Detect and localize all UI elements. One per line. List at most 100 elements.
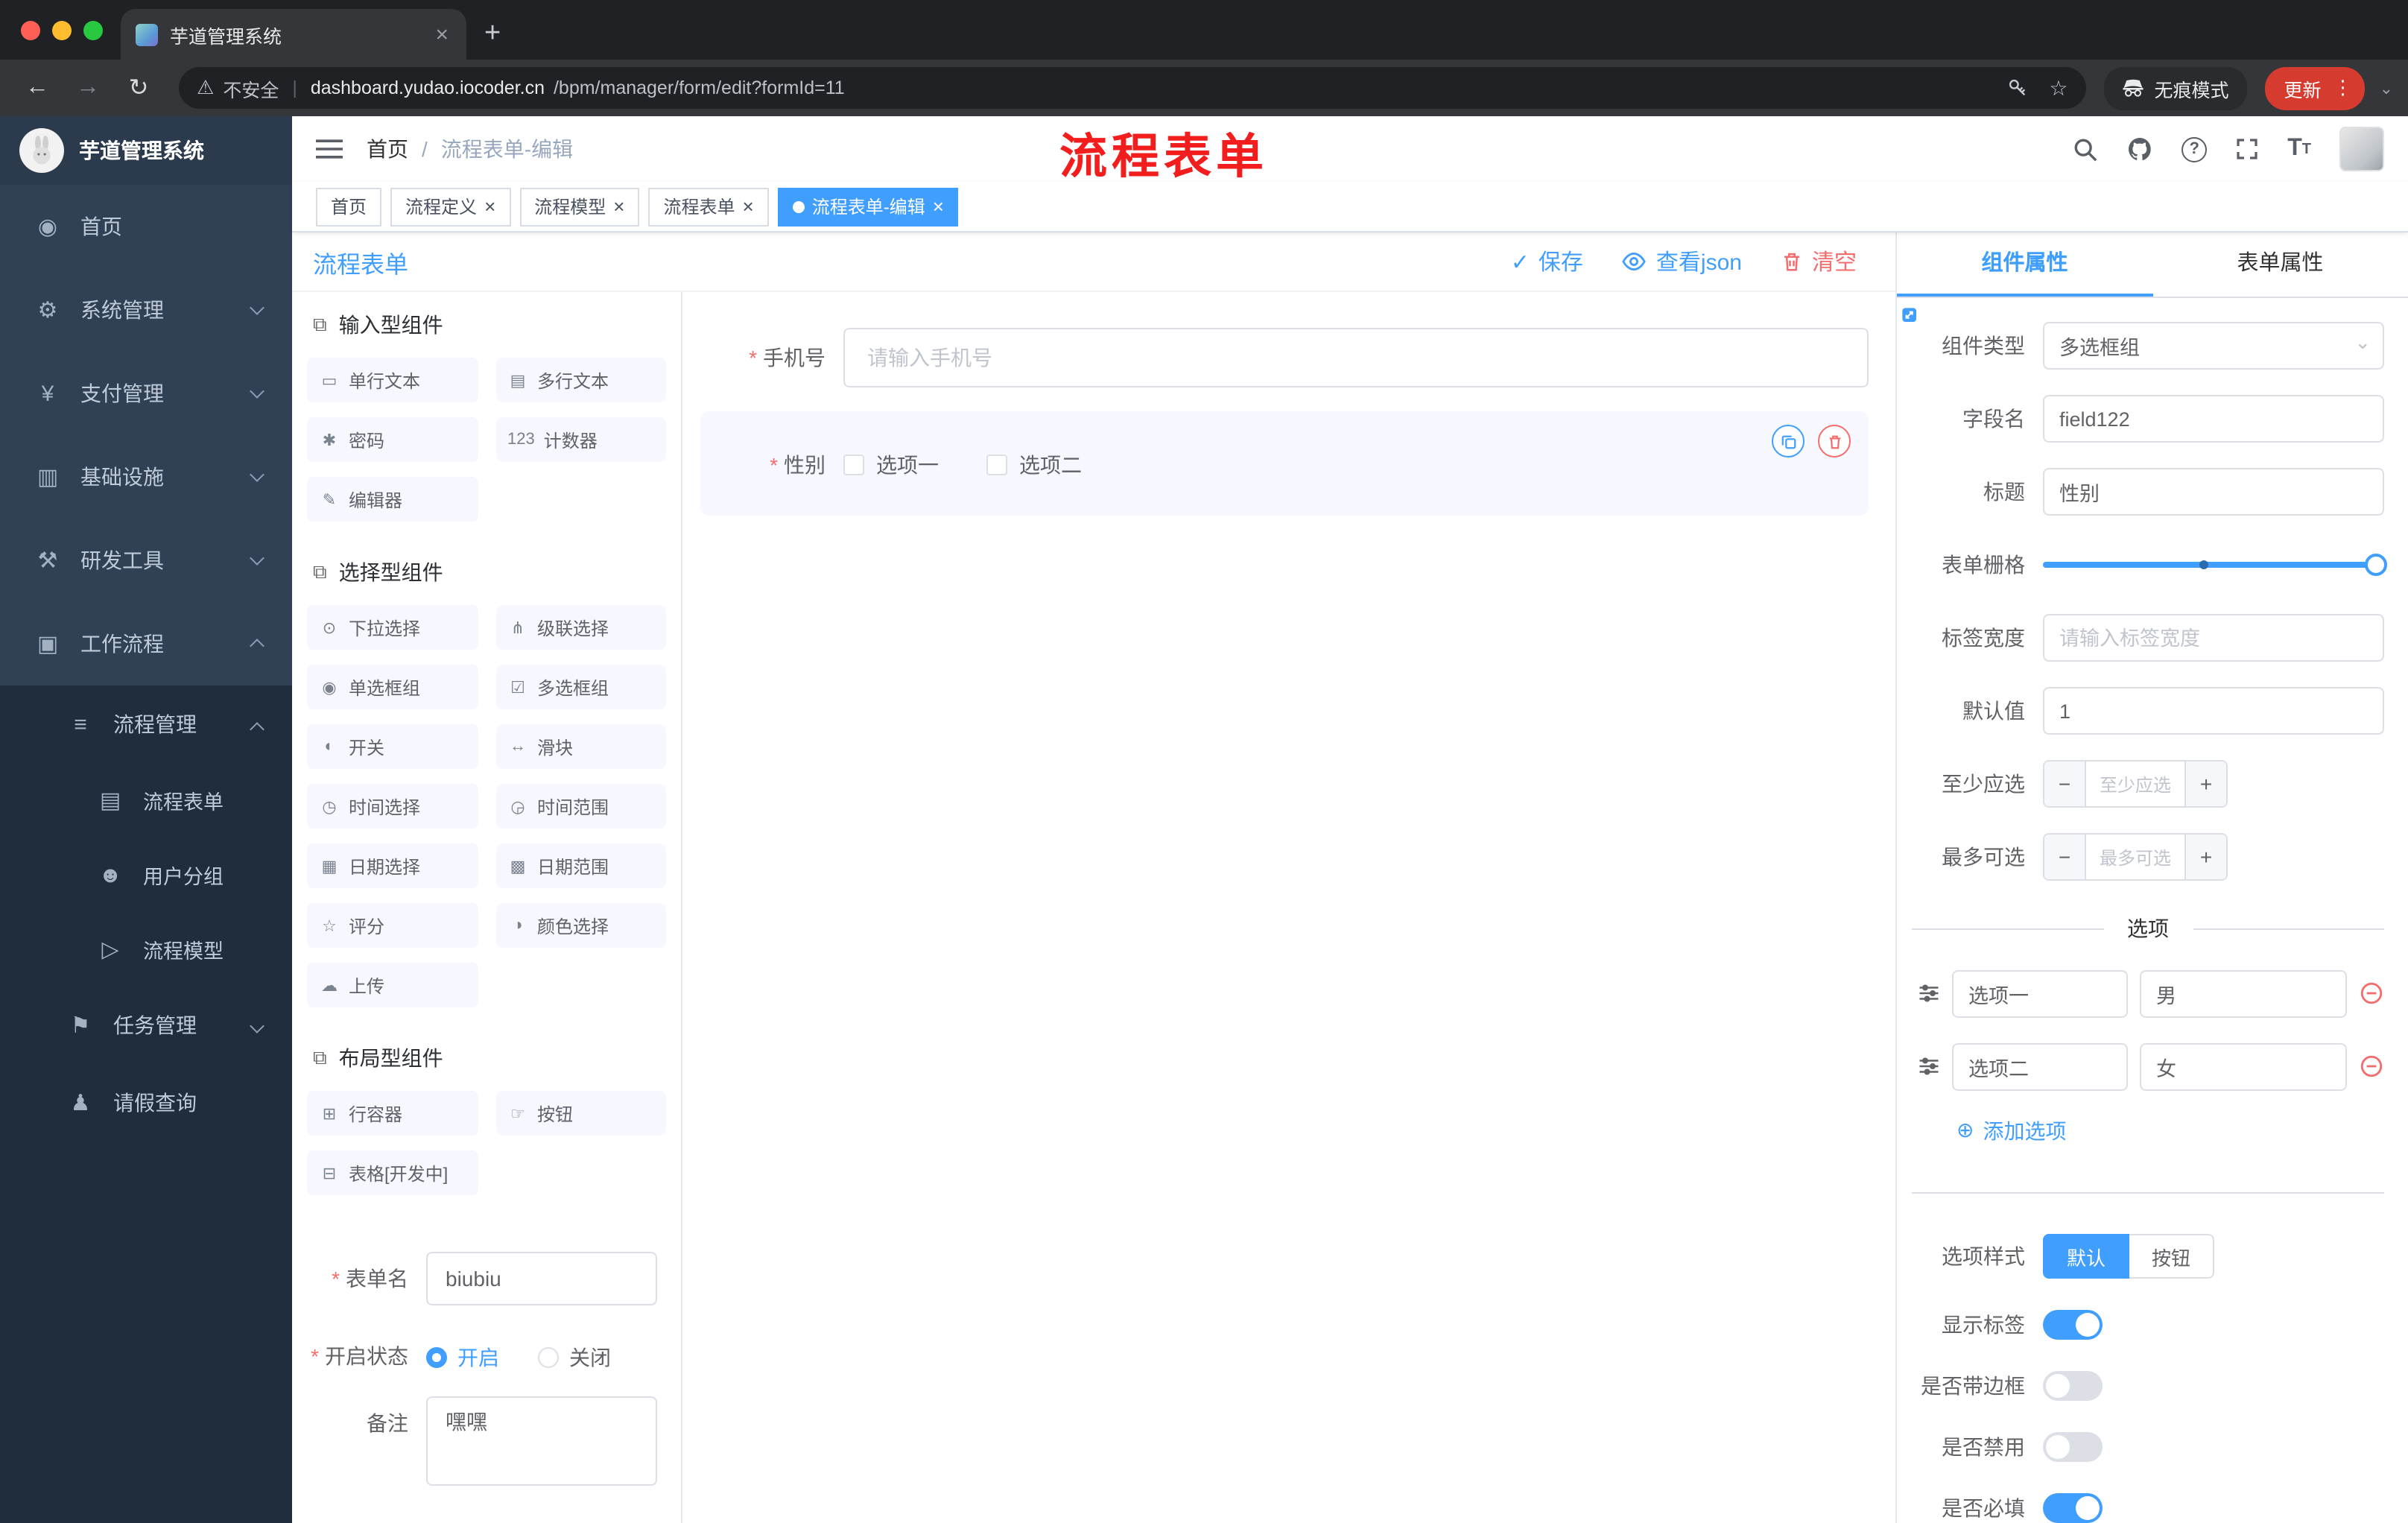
field-phone[interactable]: 手机号 bbox=[700, 328, 1869, 387]
palette-item-upload[interactable]: ☁ 上传 bbox=[307, 963, 478, 1007]
tag-process-model[interactable]: 流程模型 × bbox=[519, 187, 640, 226]
back-icon[interactable]: ← bbox=[15, 75, 60, 101]
maximize-window-button[interactable] bbox=[83, 20, 103, 39]
palette-item-row-container[interactable]: ⊞ 行容器 bbox=[307, 1091, 478, 1136]
palette-item-time-picker[interactable]: ◷ 时间选择 bbox=[307, 784, 478, 829]
sidebar-item-task-management[interactable]: ⚑ 任务管理 bbox=[0, 987, 292, 1064]
option-label-input[interactable] bbox=[1952, 1042, 2128, 1090]
required-toggle[interactable] bbox=[2043, 1493, 2103, 1523]
sidebar-item-workflow[interactable]: ▣ 工作流程 bbox=[0, 602, 292, 685]
slider-handle[interactable] bbox=[2365, 554, 2387, 576]
palette-item-date-picker[interactable]: ▦ 日期选择 bbox=[307, 843, 478, 888]
disabled-toggle[interactable] bbox=[2043, 1432, 2103, 1462]
tab-component-props[interactable]: 组件属性 bbox=[1897, 232, 2152, 297]
palette-item-textarea[interactable]: ▤ 多行文本 bbox=[495, 358, 666, 402]
palette-item-button[interactable]: ☞ 按钮 bbox=[495, 1091, 666, 1136]
sidebar-item-process-form[interactable]: ▤ 流程表单 bbox=[0, 763, 292, 838]
tag-close-icon[interactable]: × bbox=[743, 197, 754, 216]
hamburger-icon[interactable] bbox=[316, 137, 343, 161]
sidebar-item-process-model[interactable]: ▷ 流程模型 bbox=[0, 912, 292, 987]
component-type-value[interactable] bbox=[2043, 322, 2384, 370]
user-avatar[interactable] bbox=[2339, 127, 2384, 171]
minimize-window-button[interactable] bbox=[52, 20, 72, 39]
save-button[interactable]: ✓ 保存 bbox=[1511, 246, 1583, 277]
palette-item-radio-group[interactable]: ◉ 单选框组 bbox=[307, 665, 478, 709]
address-bar[interactable]: ⚠ 不安全 | dashboard.yudao.iocoder.cn /bpm/… bbox=[179, 67, 2086, 109]
style-default-button[interactable]: 默认 bbox=[2043, 1234, 2130, 1279]
max-checked-value[interactable]: 最多可选 bbox=[2086, 835, 2184, 879]
palette-item-checkbox-group[interactable]: ☑ 多选框组 bbox=[495, 665, 666, 709]
sidebar-item-system[interactable]: ⚙ 系统管理 bbox=[0, 268, 292, 352]
radio-status-off[interactable]: 关闭 bbox=[538, 1343, 611, 1372]
palette-item-select[interactable]: ⊙ 下拉选择 bbox=[307, 605, 478, 650]
option-value-input[interactable] bbox=[2140, 969, 2347, 1017]
increase-button[interactable]: + bbox=[2184, 835, 2226, 879]
palette-item-switch[interactable]: ◐ 开关 bbox=[307, 724, 478, 769]
decrease-button[interactable]: − bbox=[2044, 762, 2086, 806]
tab-close-icon[interactable]: × bbox=[432, 23, 452, 45]
min-checked-value[interactable]: 至少应选 bbox=[2086, 762, 2184, 806]
search-icon[interactable] bbox=[2073, 136, 2098, 162]
github-icon[interactable] bbox=[2126, 136, 2153, 162]
tab-form-props[interactable]: 表单属性 bbox=[2152, 232, 2408, 297]
form-name-input[interactable] bbox=[426, 1252, 657, 1305]
palette-item-editor[interactable]: ✎ 编辑器 bbox=[307, 477, 478, 522]
border-toggle[interactable] bbox=[2043, 1371, 2103, 1401]
field-gender[interactable]: 性别 选项一 选项二 bbox=[700, 450, 1869, 480]
tag-close-icon[interactable]: × bbox=[933, 197, 944, 216]
toolbar-caret-icon[interactable]: ⌄ bbox=[2380, 78, 2393, 98]
sidebar-item-devtools[interactable]: ⚒ 研发工具 bbox=[0, 519, 292, 602]
reload-icon[interactable]: ↻ bbox=[116, 73, 161, 103]
form-remark-textarea[interactable]: 嘿嘿 bbox=[426, 1396, 657, 1486]
sidebar-item-process-management[interactable]: ≡ 流程管理 bbox=[0, 685, 292, 763]
browser-menu-icon[interactable]: ⋮ bbox=[2333, 76, 2353, 100]
option-label-input[interactable] bbox=[1952, 969, 2128, 1017]
checkbox-option-1[interactable]: 选项一 bbox=[843, 450, 939, 480]
duplicate-field-button[interactable] bbox=[1772, 425, 1805, 457]
drag-handle-icon[interactable] bbox=[1918, 1055, 1940, 1077]
delete-field-button[interactable] bbox=[1818, 425, 1851, 457]
font-size-icon[interactable]: TT bbox=[2287, 136, 2311, 162]
palette-item-color-picker[interactable]: ◑ 颜色选择 bbox=[495, 903, 666, 948]
phone-input[interactable] bbox=[843, 328, 1869, 387]
link-icon[interactable] bbox=[1901, 307, 1925, 338]
view-json-button[interactable]: 查看json bbox=[1622, 246, 1742, 277]
label-width-input[interactable] bbox=[2043, 614, 2384, 662]
palette-item-rate[interactable]: ☆ 评分 bbox=[307, 903, 478, 948]
sidebar-item-payment[interactable]: ¥ 支付管理 bbox=[0, 352, 292, 435]
tag-process-form[interactable]: 流程表单 × bbox=[648, 187, 769, 226]
drag-handle-icon[interactable] bbox=[1918, 982, 1940, 1004]
title-input[interactable] bbox=[2043, 468, 2384, 516]
tag-close-icon[interactable]: × bbox=[613, 197, 624, 216]
password-key-icon[interactable] bbox=[2007, 77, 2028, 98]
default-value-input[interactable] bbox=[2043, 687, 2384, 735]
show-label-toggle[interactable] bbox=[2043, 1310, 2103, 1340]
sidebar-item-infrastructure[interactable]: ▥ 基础设施 bbox=[0, 435, 292, 519]
breadcrumb-home[interactable]: 首页 bbox=[367, 134, 408, 164]
grid-slider[interactable] bbox=[2043, 541, 2387, 589]
sidebar-item-leave-query[interactable]: ♟ 请假查询 bbox=[0, 1064, 292, 1142]
remove-option-icon[interactable] bbox=[2359, 1054, 2384, 1079]
radio-status-on[interactable]: 开启 bbox=[426, 1343, 499, 1372]
bookmark-star-icon[interactable]: ☆ bbox=[2049, 75, 2068, 101]
checkbox-icon[interactable] bbox=[986, 455, 1007, 475]
checkbox-icon[interactable] bbox=[843, 455, 864, 475]
palette-item-time-range[interactable]: ◶ 时间范围 bbox=[495, 784, 666, 829]
field-name-input[interactable] bbox=[2043, 395, 2384, 443]
fullscreen-icon[interactable] bbox=[2235, 137, 2259, 161]
palette-item-password[interactable]: ✱ 密码 bbox=[307, 417, 478, 462]
browser-update-button[interactable]: 更新 ⋮ bbox=[2264, 66, 2365, 110]
tag-home[interactable]: 首页 bbox=[316, 187, 382, 226]
close-window-button[interactable] bbox=[21, 20, 40, 39]
forward-icon[interactable]: → bbox=[66, 75, 110, 101]
decrease-button[interactable]: − bbox=[2044, 835, 2086, 879]
browser-tab[interactable]: 芋道管理系统 × bbox=[121, 9, 466, 60]
selected-field-gender[interactable]: 性别 选项一 选项二 bbox=[700, 411, 1869, 516]
design-canvas[interactable]: 手机号 性别 选项一 选项二 bbox=[682, 292, 1895, 1523]
tag-process-form-edit[interactable]: 流程表单-编辑 × bbox=[777, 187, 959, 226]
component-type-select[interactable]: ⌄ bbox=[2043, 322, 2384, 370]
palette-item-table[interactable]: ⊟ 表格[开发中] bbox=[307, 1150, 478, 1195]
palette-item-counter[interactable]: 123 计数器 bbox=[495, 417, 666, 462]
new-tab-button[interactable]: + bbox=[484, 19, 501, 48]
style-button-button[interactable]: 按钮 bbox=[2129, 1234, 2215, 1279]
